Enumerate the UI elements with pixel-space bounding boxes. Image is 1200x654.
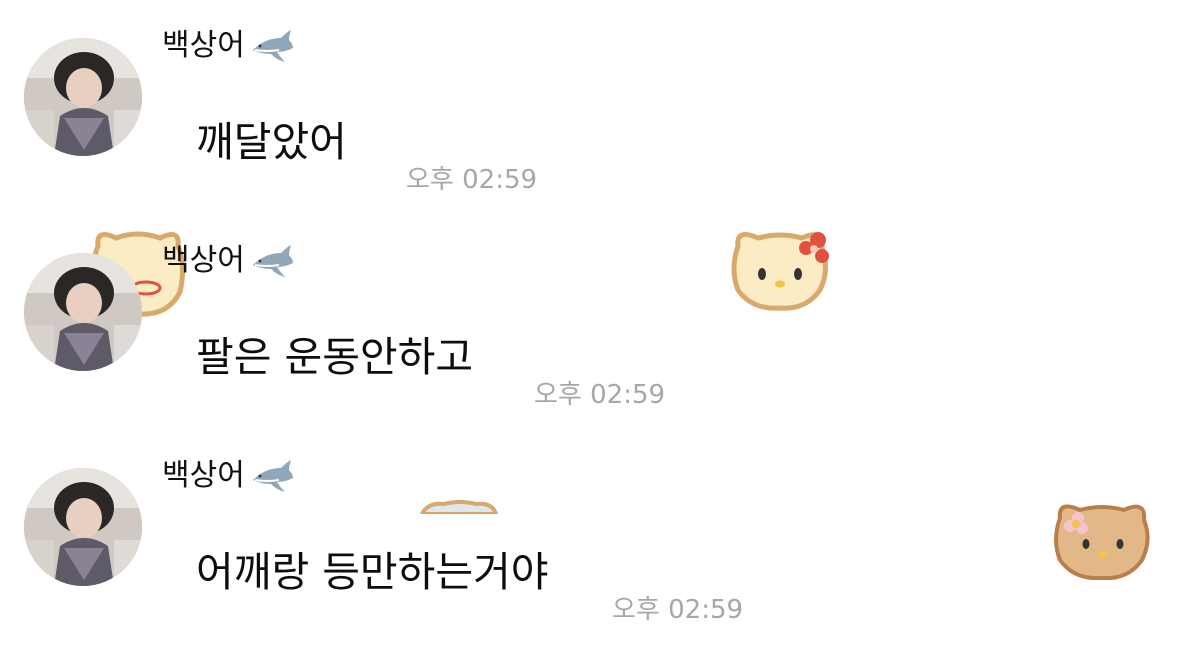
message-text: 어깨랑 등만하는거야 — [196, 548, 549, 596]
avatar[interactable] — [24, 38, 142, 156]
message-time: 오후 02:59 — [406, 165, 538, 195]
sender-name-text: 백상어 — [162, 243, 245, 278]
sender-name: 백상어 — [162, 26, 295, 66]
message-row: 백상어 팔은 운동안하고 오후 02:59 — [0, 215, 1200, 415]
sender-name-text: 백상어 — [162, 28, 245, 63]
shark-icon — [252, 460, 293, 492]
message-time: 오후 02:59 — [534, 380, 666, 410]
sender-name: 백상어 — [162, 241, 295, 281]
message-text: 깨달았어 — [196, 118, 347, 166]
message-row: 백상어 어깨랑 등만하는거야 오후 02:59 — [0, 430, 1200, 630]
shark-icon — [252, 245, 293, 277]
sender-name: 백상어 — [162, 456, 295, 496]
avatar[interactable] — [24, 468, 142, 586]
shark-icon — [252, 30, 293, 62]
message-row: 백상어 깨달았어 오후 02:59 — [0, 0, 1200, 200]
message-text: 팔은 운동안하고 — [196, 333, 474, 381]
chat-screen: 백상어 깨달았어 오후 02:59 백상어 팔은 운동안하고 오후 02:59 … — [0, 0, 1200, 654]
sender-name-text: 백상어 — [162, 458, 245, 493]
message-time: 오후 02:59 — [612, 595, 744, 625]
avatar[interactable] — [24, 253, 142, 371]
